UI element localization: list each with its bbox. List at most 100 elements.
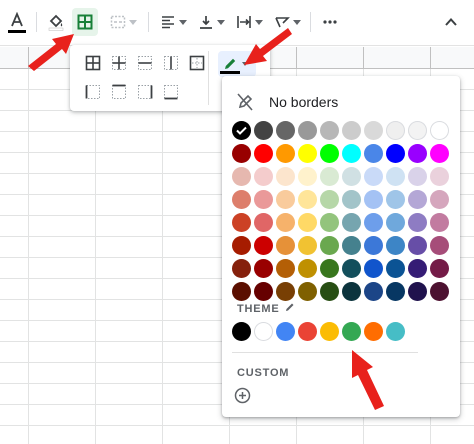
- color-swatch[interactable]: [298, 282, 317, 301]
- color-swatch[interactable]: [320, 259, 339, 278]
- color-swatch[interactable]: [276, 282, 295, 301]
- theme-color-swatch[interactable]: [364, 322, 383, 341]
- color-swatch[interactable]: [320, 144, 339, 163]
- color-swatch[interactable]: [386, 190, 405, 209]
- color-swatch[interactable]: [364, 259, 383, 278]
- color-swatch[interactable]: [408, 121, 427, 140]
- color-swatch[interactable]: [386, 282, 405, 301]
- theme-color-swatch[interactable]: [342, 322, 361, 341]
- theme-color-swatch[interactable]: [254, 322, 273, 341]
- color-swatch[interactable]: [276, 144, 295, 163]
- all-borders-button[interactable]: [82, 52, 104, 74]
- color-swatch[interactable]: [254, 282, 273, 301]
- color-swatch[interactable]: [276, 121, 295, 140]
- collapse-toolbar-button[interactable]: [440, 8, 462, 36]
- right-border-button[interactable]: [134, 81, 156, 103]
- horizontal-align-button[interactable]: [156, 8, 190, 36]
- color-swatch[interactable]: [254, 259, 273, 278]
- color-swatch[interactable]: [254, 236, 273, 255]
- color-swatch[interactable]: [232, 190, 251, 209]
- color-swatch[interactable]: [364, 282, 383, 301]
- color-swatch[interactable]: [364, 213, 383, 232]
- merge-cells-button[interactable]: [104, 8, 142, 36]
- color-swatch[interactable]: [386, 213, 405, 232]
- color-swatch[interactable]: [364, 190, 383, 209]
- color-swatch[interactable]: [320, 213, 339, 232]
- color-swatch[interactable]: [342, 190, 361, 209]
- bottom-border-button[interactable]: [160, 81, 182, 103]
- no-borders-option[interactable]: No borders: [222, 88, 460, 116]
- color-swatch[interactable]: [342, 167, 361, 186]
- color-swatch[interactable]: [386, 167, 405, 186]
- color-swatch[interactable]: [298, 190, 317, 209]
- color-swatch[interactable]: [430, 167, 449, 186]
- color-swatch[interactable]: [430, 282, 449, 301]
- color-swatch[interactable]: [276, 190, 295, 209]
- color-swatch[interactable]: [298, 167, 317, 186]
- color-swatch[interactable]: [232, 213, 251, 232]
- color-swatch[interactable]: [408, 236, 427, 255]
- color-swatch[interactable]: [320, 167, 339, 186]
- theme-color-swatch[interactable]: [232, 322, 251, 341]
- color-swatch[interactable]: [232, 236, 251, 255]
- color-swatch-selected[interactable]: [232, 121, 251, 140]
- color-swatch[interactable]: [386, 144, 405, 163]
- inner-borders-button[interactable]: [108, 52, 130, 74]
- color-swatch[interactable]: [298, 121, 317, 140]
- color-swatch[interactable]: [298, 144, 317, 163]
- color-swatch[interactable]: [254, 121, 273, 140]
- color-swatch[interactable]: [342, 144, 361, 163]
- theme-color-swatch[interactable]: [386, 322, 405, 341]
- color-swatch[interactable]: [298, 259, 317, 278]
- color-swatch[interactable]: [298, 213, 317, 232]
- color-swatch[interactable]: [254, 190, 273, 209]
- color-swatch[interactable]: [342, 236, 361, 255]
- color-swatch[interactable]: [364, 167, 383, 186]
- color-swatch[interactable]: [276, 213, 295, 232]
- color-swatch[interactable]: [386, 121, 405, 140]
- color-swatch[interactable]: [342, 282, 361, 301]
- color-swatch[interactable]: [342, 213, 361, 232]
- color-swatch[interactable]: [232, 167, 251, 186]
- color-swatch[interactable]: [364, 236, 383, 255]
- color-swatch[interactable]: [430, 259, 449, 278]
- color-swatch[interactable]: [342, 259, 361, 278]
- color-swatch[interactable]: [408, 144, 427, 163]
- color-swatch[interactable]: [276, 167, 295, 186]
- edit-theme-icon[interactable]: [284, 301, 296, 313]
- color-swatch[interactable]: [276, 236, 295, 255]
- more-button[interactable]: [318, 8, 342, 36]
- color-swatch[interactable]: [430, 236, 449, 255]
- vertical-borders-button[interactable]: [160, 52, 182, 74]
- color-swatch[interactable]: [408, 190, 427, 209]
- color-swatch[interactable]: [276, 259, 295, 278]
- outer-borders-button[interactable]: [186, 52, 208, 74]
- color-swatch[interactable]: [342, 121, 361, 140]
- color-swatch[interactable]: [254, 144, 273, 163]
- color-swatch[interactable]: [430, 121, 449, 140]
- theme-color-swatch[interactable]: [320, 322, 339, 341]
- color-swatch[interactable]: [320, 282, 339, 301]
- vertical-align-button[interactable]: [194, 8, 228, 36]
- color-swatch[interactable]: [254, 213, 273, 232]
- color-swatch[interactable]: [320, 236, 339, 255]
- color-swatch[interactable]: [408, 167, 427, 186]
- color-swatch[interactable]: [232, 282, 251, 301]
- color-swatch[interactable]: [408, 282, 427, 301]
- color-swatch[interactable]: [298, 236, 317, 255]
- color-swatch[interactable]: [364, 121, 383, 140]
- color-swatch[interactable]: [320, 190, 339, 209]
- color-swatch[interactable]: [408, 259, 427, 278]
- color-swatch[interactable]: [408, 213, 427, 232]
- color-swatch[interactable]: [364, 144, 383, 163]
- theme-color-swatch[interactable]: [276, 322, 295, 341]
- color-swatch[interactable]: [254, 167, 273, 186]
- color-swatch[interactable]: [430, 213, 449, 232]
- color-swatch[interactable]: [232, 259, 251, 278]
- color-swatch[interactable]: [430, 190, 449, 209]
- left-border-button[interactable]: [82, 81, 104, 103]
- color-swatch[interactable]: [232, 144, 251, 163]
- color-swatch[interactable]: [320, 121, 339, 140]
- add-circle-icon[interactable]: [234, 387, 251, 404]
- color-swatch[interactable]: [386, 236, 405, 255]
